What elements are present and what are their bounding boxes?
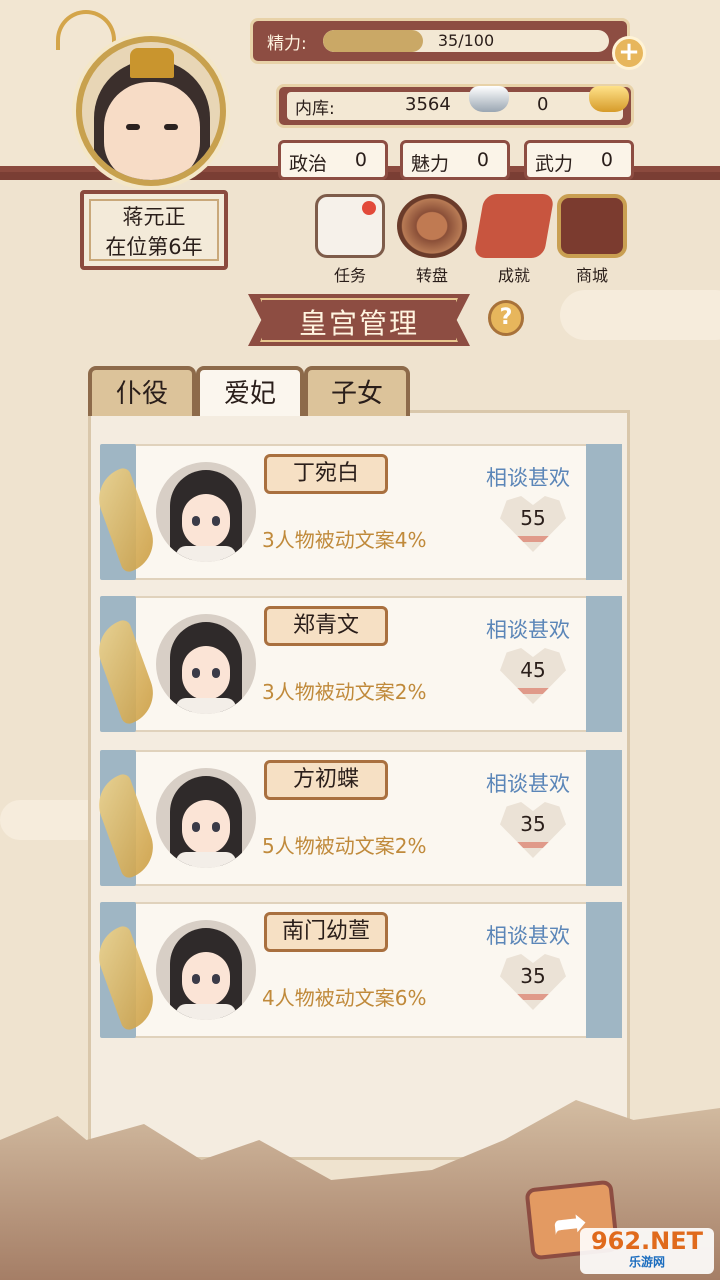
avatar-eye — [212, 822, 220, 832]
consort-name: 方初蝶 — [264, 760, 388, 800]
stat-value: 0 — [354, 149, 367, 171]
avatar-eye — [126, 124, 140, 130]
add-energy-button[interactable]: + — [612, 36, 646, 70]
tab-servants[interactable]: 仆役 — [88, 366, 196, 416]
avatar-robe — [176, 546, 236, 562]
card-right-edge — [586, 596, 622, 732]
consort-avatar — [156, 920, 256, 1020]
task-scroll-icon — [315, 194, 385, 258]
shop-button[interactable]: 商城 — [552, 194, 632, 286]
avatar-eye — [212, 516, 220, 526]
consort-card[interactable]: 郑青文 3人物被动文案2% 相谈甚欢 45 — [90, 596, 622, 732]
task-button[interactable]: 任务 — [310, 194, 390, 286]
stat-value: 0 — [476, 149, 489, 171]
stat-label: 政治 — [289, 153, 328, 175]
consort-card[interactable]: 丁宛白 3人物被动文案4% 相谈甚欢 55 — [90, 444, 622, 580]
affection-value: 55 — [520, 506, 546, 530]
avatar-eye — [212, 974, 220, 984]
avatar-robe — [176, 852, 236, 868]
wheel-label: 转盘 — [415, 266, 448, 285]
energy-label: 精力: — [267, 34, 307, 54]
player-avatar[interactable] — [76, 36, 226, 186]
player-name-plaque: 蒋元正 在位第6年 — [80, 190, 228, 270]
page-title-banner: 皇宫管理 — [248, 294, 470, 346]
avatar-eye — [192, 822, 200, 832]
avatar-eye — [192, 516, 200, 526]
gold-amount: 0 — [537, 94, 549, 115]
crown-icon — [130, 48, 174, 78]
stat-value: 0 — [600, 149, 613, 171]
stat-politics: 政治 0 — [278, 140, 388, 180]
avatar-face — [182, 952, 230, 1006]
consort-card[interactable]: 方初蝶 5人物被动文案2% 相谈甚欢 35 — [90, 750, 622, 886]
consort-name: 南门幼萱 — [264, 912, 388, 952]
treasury-inner: 内库: 3564 0 — [287, 86, 629, 120]
consort-avatar — [156, 768, 256, 868]
avatar-robe — [176, 1004, 236, 1020]
consort-passive: 4人物被动文案6% — [262, 986, 427, 1010]
silver-ingot-icon — [469, 86, 509, 112]
consort-avatar — [156, 462, 256, 562]
site-watermark: 962.NET 乐游网 — [580, 1228, 714, 1274]
energy-bar: 35/100 — [323, 30, 609, 52]
stat-charm: 魅力 0 — [400, 140, 510, 180]
shop-icon — [557, 194, 627, 258]
consort-mood: 相谈甚欢 — [486, 924, 570, 948]
avatar-eye — [192, 974, 200, 984]
watermark-sub: 乐游网 — [628, 1255, 665, 1269]
card-right-edge — [586, 902, 622, 1038]
avatar-face — [104, 82, 200, 180]
consort-mood: 相谈甚欢 — [486, 772, 570, 796]
watermark-main: 962.NET — [590, 1227, 704, 1255]
consort-passive: 3人物被动文案2% — [262, 680, 427, 704]
help-button[interactable]: ? — [488, 300, 524, 336]
energy-value: 35/100 — [437, 31, 495, 50]
wheel-icon — [397, 194, 467, 258]
tab-consorts[interactable]: 爱妃 — [196, 366, 304, 416]
affection-value: 35 — [520, 812, 546, 836]
stat-label: 魅力 — [411, 153, 450, 175]
treasury-label: 内库: — [295, 99, 335, 119]
avatar-face — [182, 494, 230, 548]
achievement-button[interactable]: 成就 — [473, 194, 555, 286]
background-cloud — [560, 290, 720, 340]
avatar-face — [182, 800, 230, 854]
affection-value: 45 — [520, 658, 546, 682]
page-title: 皇宫管理 — [298, 307, 419, 340]
stat-label: 武力 — [535, 153, 574, 175]
card-right-edge — [586, 444, 622, 580]
avatar-eye — [212, 668, 220, 678]
consort-mood: 相谈甚欢 — [486, 618, 570, 642]
card-right-edge — [586, 750, 622, 886]
consort-name: 郑青文 — [264, 606, 388, 646]
plaque-border — [89, 199, 219, 261]
avatar-eye — [192, 668, 200, 678]
consort-passive: 3人物被动文案4% — [262, 528, 427, 552]
treasury-panel: 内库: 3564 0 — [276, 84, 634, 128]
consort-passive: 5人物被动文案2% — [262, 834, 427, 858]
avatar-eye — [164, 124, 178, 130]
shop-label: 商城 — [575, 266, 608, 285]
avatar-face — [182, 646, 230, 700]
tab-children[interactable]: 子女 — [304, 366, 410, 416]
consort-card[interactable]: 南门幼萱 4人物被动文案6% 相谈甚欢 35 — [90, 902, 622, 1038]
silver-amount: 3564 — [405, 94, 451, 115]
consort-avatar — [156, 614, 256, 714]
gold-ingot-icon — [589, 86, 629, 112]
energy-panel: 精力: 35/100 — [250, 18, 630, 64]
achievement-icon — [473, 194, 555, 258]
affection-value: 35 — [520, 964, 546, 988]
stat-force: 武力 0 — [524, 140, 634, 180]
wheel-button[interactable]: 转盘 — [392, 194, 472, 286]
consort-name: 丁宛白 — [264, 454, 388, 494]
consort-mood: 相谈甚欢 — [486, 466, 570, 490]
achievement-label: 成就 — [497, 266, 530, 285]
avatar-robe — [176, 698, 236, 714]
task-label: 任务 — [333, 266, 366, 285]
